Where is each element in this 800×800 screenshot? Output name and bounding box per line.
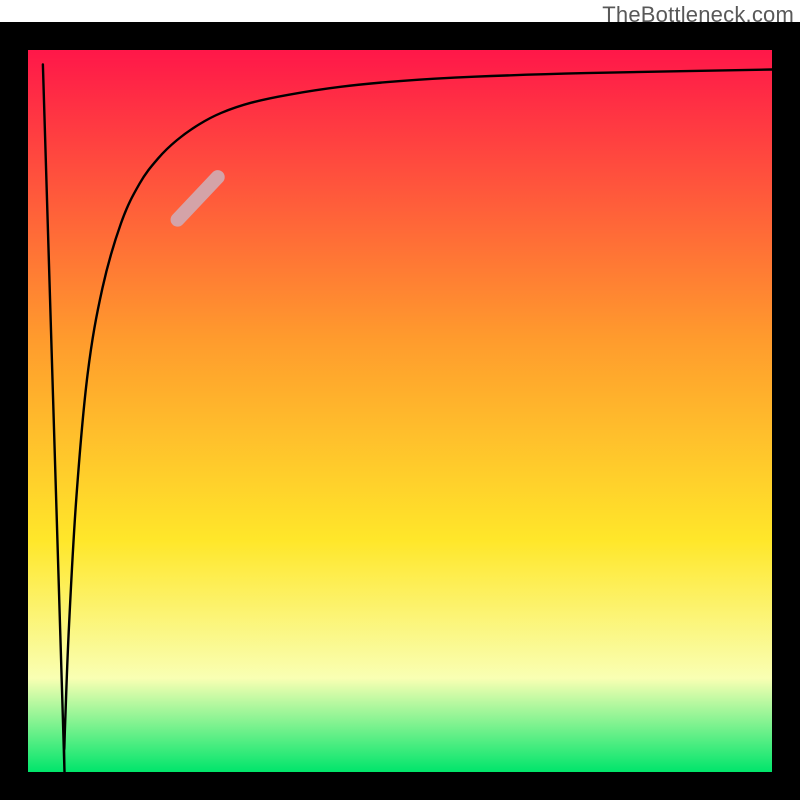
chart-svg [0,22,800,800]
gradient-background [28,50,772,772]
chart-container: TheBottleneck.com [0,0,800,800]
plot-area [0,22,800,800]
